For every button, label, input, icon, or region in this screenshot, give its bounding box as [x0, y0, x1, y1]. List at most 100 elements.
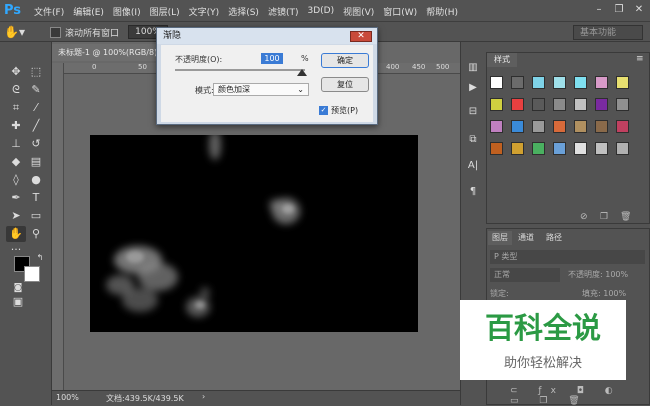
style-swatch[interactable]: [511, 76, 524, 89]
style-swatch[interactable]: [490, 142, 503, 155]
menu-filter[interactable]: 滤镜(T): [268, 5, 299, 18]
preview-checkbox[interactable]: ✓: [319, 106, 328, 115]
opacity-slider-track[interactable]: [175, 69, 305, 71]
marquee-tool-icon[interactable]: ⬚: [26, 64, 46, 80]
style-swatch[interactable]: [616, 142, 629, 155]
brush-tool-icon[interactable]: ╱: [26, 118, 46, 134]
menu-layer[interactable]: 图层(L): [150, 5, 180, 18]
ok-button[interactable]: 确定: [321, 53, 369, 68]
hand-tool-icon[interactable]: ✋▾: [4, 24, 26, 40]
move-tool-icon[interactable]: ✥: [6, 64, 26, 80]
type-tool-icon[interactable]: T: [26, 190, 46, 206]
scroll-all-checkbox[interactable]: [50, 27, 61, 38]
menu-window[interactable]: 窗口(W): [383, 5, 417, 18]
close-icon[interactable]: ✕: [350, 31, 372, 42]
paragraph-panel-icon[interactable]: ¶: [465, 184, 481, 200]
style-swatch[interactable]: [574, 76, 587, 89]
opacity-slider-thumb[interactable]: [297, 69, 307, 76]
restore-icon[interactable]: ❐: [610, 3, 628, 17]
blend-mode-select[interactable]: 正常: [490, 268, 560, 282]
style-swatch[interactable]: [511, 98, 524, 111]
quick-select-tool-icon[interactable]: ✎: [26, 82, 46, 98]
layer-actions[interactable]: ⊂ ƒx ◘ ◐ ▭ ❐ 🗑: [510, 386, 650, 406]
zoom-tool-icon[interactable]: ⚲: [26, 226, 46, 242]
style-swatch[interactable]: [595, 120, 608, 133]
style-swatch[interactable]: [532, 76, 545, 89]
status-arrow-icon[interactable]: ›: [202, 392, 205, 401]
minimize-icon[interactable]: –: [590, 3, 608, 17]
clone-stamp-icon[interactable]: ⊥: [6, 136, 26, 152]
style-swatch[interactable]: [616, 76, 629, 89]
history-panel-icon[interactable]: ▥: [465, 60, 481, 76]
style-swatch[interactable]: [553, 76, 566, 89]
gradient-tool-icon[interactable]: ▤: [26, 154, 46, 170]
style-swatch[interactable]: [595, 98, 608, 111]
clone-source-icon[interactable]: ⧉: [465, 132, 481, 148]
mode-select[interactable]: 颜色加深 ⌄: [213, 83, 309, 96]
layer-fill[interactable]: 填充: 100%: [582, 288, 626, 299]
menu-view[interactable]: 视图(V): [343, 5, 374, 18]
style-swatch[interactable]: [490, 98, 503, 111]
style-swatch[interactable]: [553, 98, 566, 111]
reset-button[interactable]: 复位: [321, 77, 369, 92]
new-style-icon[interactable]: ❐: [600, 212, 608, 222]
panel-menu-icon[interactable]: ≡: [636, 54, 644, 64]
style-swatch[interactable]: [532, 142, 545, 155]
properties-panel-icon[interactable]: ⊟: [465, 104, 481, 120]
style-swatch[interactable]: [490, 76, 503, 89]
eyedropper-tool-icon[interactable]: ⁄: [26, 100, 46, 116]
status-zoom[interactable]: 100%: [56, 393, 79, 402]
tab-channels[interactable]: 通道: [514, 231, 538, 245]
character-panel-icon[interactable]: A|: [465, 158, 481, 174]
style-swatch[interactable]: [616, 98, 629, 111]
style-swatch[interactable]: [616, 120, 629, 133]
history-brush-icon[interactable]: ↺: [26, 136, 46, 152]
style-swatch[interactable]: [532, 120, 545, 133]
menu-file[interactable]: 文件(F): [34, 5, 64, 18]
hand-tool-icon[interactable]: ✋: [6, 226, 26, 242]
style-swatch[interactable]: [553, 120, 566, 133]
layer-opacity[interactable]: 不透明度: 100%: [568, 269, 628, 280]
style-swatch[interactable]: [532, 98, 545, 111]
styles-tab[interactable]: 样式: [487, 53, 517, 67]
style-swatch[interactable]: [511, 142, 524, 155]
lasso-tool-icon[interactable]: ᘓ: [6, 82, 26, 98]
opacity-input[interactable]: 100: [261, 53, 283, 64]
style-swatch[interactable]: [595, 142, 608, 155]
close-window-icon[interactable]: ✕: [630, 3, 648, 17]
delete-style-icon[interactable]: 🗑: [620, 212, 631, 222]
document-canvas[interactable]: [90, 135, 418, 332]
clear-style-icon[interactable]: ⊘: [580, 212, 588, 222]
scroll-all-windows[interactable]: 滚动所有窗口: [50, 26, 119, 39]
style-swatch[interactable]: [574, 98, 587, 111]
eraser-tool-icon[interactable]: ◆: [6, 154, 26, 170]
crop-tool-icon[interactable]: ⌗: [6, 100, 26, 116]
tab-paths[interactable]: 路径: [542, 231, 566, 245]
blur-tool-icon[interactable]: ◊: [6, 172, 26, 188]
menu-edit[interactable]: 编辑(E): [73, 5, 104, 18]
menu-3d[interactable]: 3D(D): [307, 6, 334, 16]
path-select-icon[interactable]: ➤: [6, 208, 26, 224]
style-swatch[interactable]: [574, 120, 587, 133]
screen-mode-icon[interactable]: ▣: [8, 294, 28, 310]
preview-toggle[interactable]: ✓ 预览(P): [319, 105, 358, 116]
workspace-select[interactable]: 基本功能: [573, 25, 643, 40]
style-swatch[interactable]: [511, 120, 524, 133]
layer-filter-kind[interactable]: P 类型: [490, 250, 645, 264]
healing-brush-icon[interactable]: ✚: [6, 118, 26, 134]
shape-tool-icon[interactable]: ▭: [26, 208, 46, 224]
tab-layers[interactable]: 图层: [488, 231, 512, 245]
dialog-title: 渐隐: [157, 28, 377, 44]
actions-panel-icon[interactable]: ▶: [465, 80, 481, 96]
style-swatch[interactable]: [595, 76, 608, 89]
style-swatch[interactable]: [574, 142, 587, 155]
style-swatch[interactable]: [553, 142, 566, 155]
style-swatch[interactable]: [490, 120, 503, 133]
menu-image[interactable]: 图像(I): [113, 5, 141, 18]
dodge-tool-icon[interactable]: ●: [26, 172, 46, 188]
swap-colors-icon[interactable]: ↰: [30, 250, 50, 266]
pen-tool-icon[interactable]: ✒: [6, 190, 26, 206]
menu-select[interactable]: 选择(S): [228, 5, 259, 18]
menu-help[interactable]: 帮助(H): [426, 5, 458, 18]
menu-type[interactable]: 文字(Y): [189, 5, 220, 18]
